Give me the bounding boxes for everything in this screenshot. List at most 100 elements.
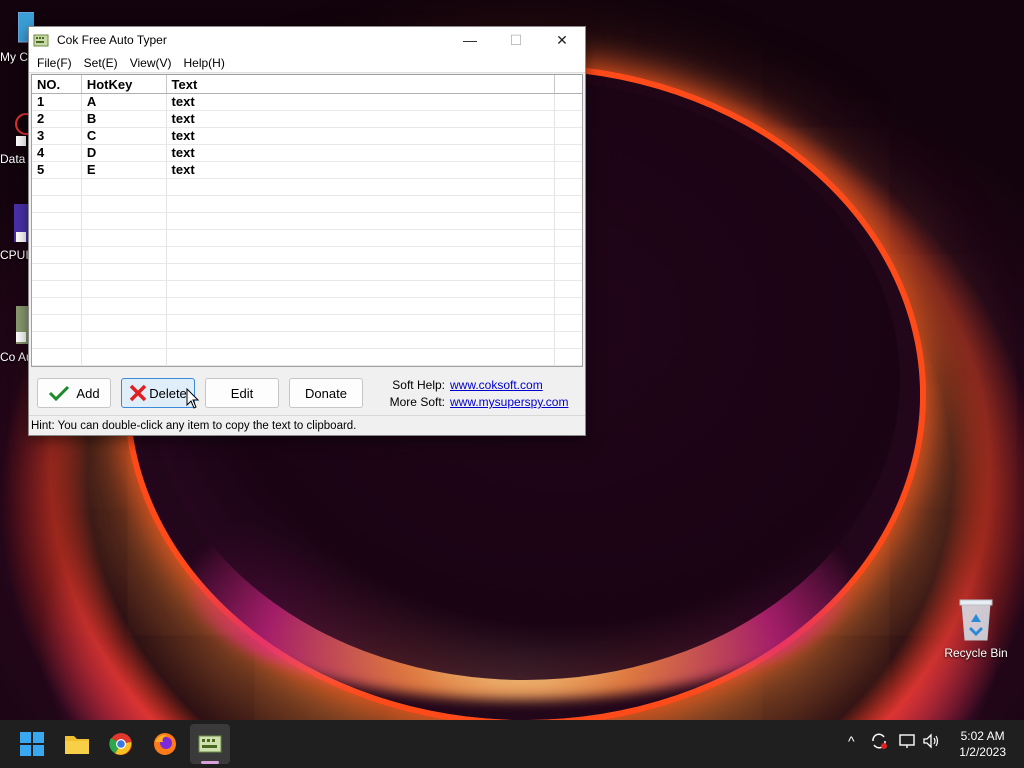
desktop-label: My C bbox=[0, 50, 28, 64]
sync-icon[interactable] bbox=[870, 732, 888, 750]
cell-hotkey bbox=[82, 298, 167, 314]
auto-typer-window: Cok Free Auto Typer — ☐ ✕ File(F) Set(E)… bbox=[28, 26, 586, 436]
menu-view[interactable]: View(V) bbox=[124, 56, 178, 70]
file-explorer-button[interactable] bbox=[62, 729, 92, 759]
cell-no bbox=[32, 196, 82, 212]
cell-hotkey: B bbox=[82, 111, 167, 127]
cell-no bbox=[32, 281, 82, 297]
soft-help-link[interactable]: www.coksoft.com bbox=[450, 377, 543, 394]
keyboard-icon bbox=[198, 735, 222, 753]
title-bar[interactable]: Cok Free Auto Typer — ☐ ✕ bbox=[29, 27, 585, 53]
cell-text: text bbox=[167, 111, 556, 127]
empty-row[interactable] bbox=[32, 315, 582, 332]
table-row[interactable]: 5 Etext bbox=[32, 162, 582, 179]
column-header-text[interactable]: Text bbox=[167, 75, 556, 93]
empty-row[interactable] bbox=[32, 179, 582, 196]
soft-help-label: Soft Help: bbox=[392, 378, 445, 392]
windows-logo-icon bbox=[20, 732, 44, 756]
empty-row[interactable] bbox=[32, 332, 582, 349]
table-row[interactable]: 3 Ctext bbox=[32, 128, 582, 145]
auto-typer-taskbar-button[interactable] bbox=[195, 729, 225, 759]
cell-text: text bbox=[167, 162, 556, 178]
recycle-bin-icon bbox=[959, 599, 993, 641]
cell-no bbox=[32, 349, 82, 365]
cell-hotkey: E bbox=[82, 162, 167, 178]
network-icon[interactable] bbox=[898, 732, 916, 750]
empty-row[interactable] bbox=[32, 298, 582, 315]
system-clock[interactable]: 5:02 AM 1/2/2023 bbox=[959, 728, 1006, 760]
donate-button[interactable]: Donate bbox=[289, 378, 363, 408]
cell-hotkey bbox=[82, 281, 167, 297]
column-header-no[interactable]: NO. bbox=[32, 75, 82, 93]
table-row[interactable]: 1 Atext bbox=[32, 94, 582, 111]
cell-hotkey: D bbox=[82, 145, 167, 161]
firefox-icon bbox=[154, 733, 176, 755]
cell-hotkey bbox=[82, 213, 167, 229]
hotkey-list[interactable]: NO. HotKey Text 1 Atext 2 Btext 3 Ctext 4 Dtext… bbox=[31, 74, 583, 367]
recycle-bin-label: Recycle Bin bbox=[944, 646, 1008, 660]
delete-button[interactable]: Delete bbox=[121, 378, 195, 408]
empty-row[interactable] bbox=[32, 264, 582, 281]
cell-no bbox=[32, 247, 82, 263]
column-header-hotkey[interactable]: HotKey bbox=[82, 75, 167, 93]
desktop-label: Data bbox=[0, 152, 26, 166]
empty-row[interactable] bbox=[32, 281, 582, 298]
cell-text bbox=[167, 264, 556, 280]
volume-icon[interactable] bbox=[922, 732, 940, 750]
cell-hotkey bbox=[82, 315, 167, 331]
mouse-cursor-icon bbox=[186, 388, 200, 409]
edit-button[interactable]: Edit bbox=[205, 378, 279, 408]
cell-text: text bbox=[167, 145, 556, 161]
tray-overflow-icon[interactable]: ^ bbox=[848, 733, 855, 749]
empty-row[interactable] bbox=[32, 247, 582, 264]
button-panel: Add Delete Edit Donate Soft Help: www.co… bbox=[29, 369, 585, 415]
list-body: 1 Atext 2 Btext 3 Ctext 4 Dtext 5 Etext bbox=[32, 94, 582, 366]
chrome-icon bbox=[109, 733, 132, 755]
cell-blank bbox=[555, 264, 582, 280]
window-title: Cok Free Auto Typer bbox=[57, 33, 167, 47]
maximize-button[interactable]: ☐ bbox=[493, 27, 539, 53]
cell-no bbox=[32, 213, 82, 229]
cell-hotkey bbox=[82, 247, 167, 263]
cell-blank bbox=[555, 298, 582, 314]
close-button[interactable]: ✕ bbox=[539, 27, 585, 53]
cell-blank bbox=[555, 332, 582, 348]
column-header-blank bbox=[555, 75, 582, 93]
cell-no bbox=[32, 298, 82, 314]
table-row[interactable]: 2 Btext bbox=[32, 111, 582, 128]
cell-no: 2 bbox=[32, 111, 82, 127]
cell-blank bbox=[555, 247, 582, 263]
firefox-button[interactable] bbox=[150, 729, 180, 759]
add-button[interactable]: Add bbox=[37, 378, 111, 408]
cell-blank bbox=[555, 111, 582, 127]
cell-text bbox=[167, 196, 556, 212]
menu-set[interactable]: Set(E) bbox=[78, 56, 124, 70]
cell-text bbox=[167, 315, 556, 331]
cell-hotkey bbox=[82, 332, 167, 348]
cell-blank bbox=[555, 196, 582, 212]
cell-hotkey: C bbox=[82, 128, 167, 144]
empty-row[interactable] bbox=[32, 196, 582, 213]
folder-icon bbox=[65, 736, 89, 754]
start-button[interactable] bbox=[17, 729, 47, 759]
menu-file[interactable]: File(F) bbox=[31, 56, 78, 70]
minimize-button[interactable]: — bbox=[447, 27, 493, 53]
empty-row[interactable] bbox=[32, 349, 582, 366]
cell-no bbox=[32, 179, 82, 195]
empty-row[interactable] bbox=[32, 230, 582, 247]
menu-bar: File(F) Set(E) View(V) Help(H) bbox=[29, 53, 585, 73]
cell-no: 3 bbox=[32, 128, 82, 144]
cell-hotkey bbox=[82, 196, 167, 212]
cell-no bbox=[32, 264, 82, 280]
chrome-button[interactable] bbox=[106, 729, 136, 759]
cell-blank bbox=[555, 281, 582, 297]
cell-text bbox=[167, 230, 556, 246]
table-row[interactable]: 4 Dtext bbox=[32, 145, 582, 162]
desktop-icon-recycle-bin[interactable]: Recycle Bin bbox=[944, 598, 1008, 660]
more-soft-link[interactable]: www.mysuperspy.com bbox=[450, 394, 568, 411]
red-x-icon bbox=[129, 384, 147, 402]
more-soft-label: More Soft: bbox=[389, 395, 445, 409]
list-header: NO. HotKey Text bbox=[32, 75, 582, 94]
empty-row[interactable] bbox=[32, 213, 582, 230]
menu-help[interactable]: Help(H) bbox=[177, 56, 230, 70]
